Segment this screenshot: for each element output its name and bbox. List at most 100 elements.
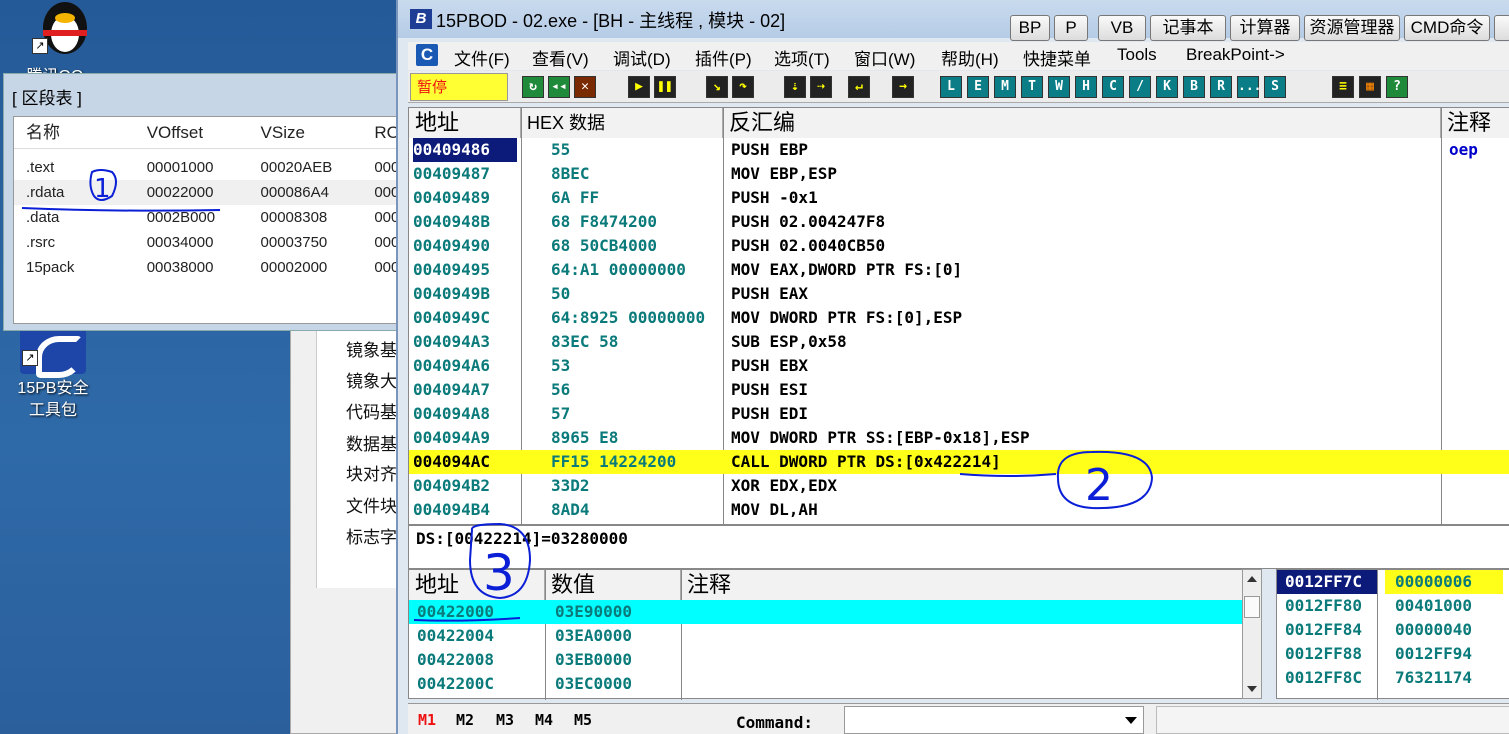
callstack-window-button[interactable]: K — [1156, 76, 1178, 98]
threads-window-button[interactable]: T — [1021, 76, 1043, 98]
references-window-button[interactable]: R — [1210, 76, 1232, 98]
restart-icon[interactable]: ↻ — [522, 76, 544, 98]
disassembly-row[interactable]: 004094A8 57 PUSH EDI — [409, 402, 1509, 426]
table-row[interactable]: .data 0002B000 00008308 000 — [14, 205, 402, 230]
explorer-button[interactable]: 资源管理器 — [1304, 15, 1400, 41]
patches-window-button[interactable]: / — [1129, 76, 1151, 98]
dump-row[interactable]: 00422008 03EB0000 — [409, 648, 1255, 672]
menu-breakpoint[interactable]: BreakPoint-> — [1186, 45, 1285, 65]
disassembly-row[interactable]: 004094A9 8965 E8 MOV DWORD PTR SS:[EBP-0x1… — [409, 426, 1509, 450]
windows-window-button[interactable]: W — [1048, 76, 1070, 98]
scroll-thumb[interactable] — [1244, 596, 1260, 618]
menu-file[interactable]: 文件(F) — [454, 45, 510, 70]
disassembly-row[interactable]: 00409490 68 50CB4000 PUSH 02.0040CB50 — [409, 234, 1509, 258]
dump-row[interactable]: 0042200C 03EC0000 — [409, 672, 1255, 696]
log-window-button[interactable]: L — [940, 76, 962, 98]
stack-row[interactable]: 0012FF8C 76321174 — [1277, 666, 1509, 690]
disassembly-row[interactable]: 0040949B 50 PUSH EAX — [409, 282, 1509, 306]
qq-desktop-icon[interactable]: ↗ 腾讯QQ — [10, 0, 100, 85]
disassembly-row[interactable]: 004094B4 8AD4 MOV DL,AH — [409, 498, 1509, 522]
disassembly-row[interactable]: 004094A3 83EC 58 SUB ESP,0x58 — [409, 330, 1509, 354]
close-debug-icon[interactable]: ◂◂ — [548, 76, 570, 98]
source-window-button[interactable]: S — [1264, 76, 1286, 98]
menu-plugins[interactable]: 插件(P) — [695, 45, 752, 70]
dump-tab-m4[interactable]: M4 — [535, 711, 553, 729]
cpu-window-button[interactable]: C — [1102, 76, 1124, 98]
column-header-hex[interactable]: HEX 数据 — [521, 108, 723, 138]
disassembly-row[interactable]: 00409487 8BEC MOV EBP,ESP — [409, 162, 1509, 186]
command-input[interactable] — [844, 706, 1144, 734]
modules-window-button[interactable]: E — [967, 76, 989, 98]
notepad-button[interactable]: 记事本 — [1150, 15, 1226, 41]
vb-button[interactable]: VB — [1098, 15, 1146, 41]
menu-help[interactable]: 帮助(H) — [941, 45, 999, 70]
column-header[interactable]: 名称 — [14, 117, 135, 148]
disassembly-row[interactable]: 004094A7 56 PUSH ESI — [409, 378, 1509, 402]
table-row[interactable]: .rdata 00022000 000086A4 000 — [14, 180, 402, 205]
step-into-icon[interactable]: ↘ — [706, 76, 728, 98]
dump-row[interactable]: 00422000 03E90000 — [409, 600, 1255, 624]
step-over-icon[interactable]: ↷ — [732, 76, 754, 98]
table-row[interactable]: 15pack 00038000 00002000 000 — [14, 255, 402, 280]
column-header[interactable]: VOffset — [135, 117, 249, 148]
stop-icon[interactable]: ✕ — [574, 76, 596, 98]
cpu-icon[interactable]: C — [416, 44, 438, 66]
run-icon[interactable]: ▶ — [628, 76, 650, 98]
disassembly-row[interactable]: 004094A6 53 PUSH EBX — [409, 354, 1509, 378]
disassembly-row[interactable]: 0040948B 68 F8474200 PUSH 02.004247F8 — [409, 210, 1509, 234]
column-header[interactable]: VSize — [249, 117, 363, 148]
disassembly-row[interactable]: 00409495 64:A1 00000000 MOV EAX,DWORD PTR … — [409, 258, 1509, 282]
dump-tab-m5[interactable]: M5 — [574, 711, 592, 729]
memory-dump-pane[interactable]: 地址 数值 注释 00422000 03E90000 00422004 03EA00… — [408, 569, 1255, 700]
15pb-toolkit-desktop-icon[interactable]: ↗ 15PB安全工具包 — [8, 328, 98, 428]
disassembly-row[interactable]: 00409489 6A FF PUSH -0x1 — [409, 186, 1509, 210]
column-header-disasm[interactable]: 反汇编 — [723, 108, 1441, 138]
breakpoints-window-button[interactable]: B — [1183, 76, 1205, 98]
dump-row[interactable]: 00422004 03EA0000 — [409, 624, 1255, 648]
stack-row[interactable]: 0012FF80 00401000 — [1277, 594, 1509, 618]
menu-window[interactable]: 窗口(W) — [854, 45, 915, 70]
menu-tools[interactable]: Tools — [1117, 45, 1157, 65]
table-row[interactable]: .rsrc 00034000 00003750 000 — [14, 230, 402, 255]
stack-row[interactable]: 0012FF84 00000040 — [1277, 618, 1509, 642]
stack-pane[interactable]: 0012FF7C 00000006 0012FF80 00401000 0012FF… — [1276, 569, 1509, 700]
column-header-comment[interactable]: 注释 — [681, 570, 1255, 600]
disassembly-pane[interactable]: 地址 HEX 数据 反汇编 注释 00409486 55 PUSH EBP oep 00… — [408, 107, 1509, 526]
help-icon[interactable]: ? — [1386, 76, 1408, 98]
memory-window-button[interactable]: M — [994, 76, 1016, 98]
column-header-value[interactable]: 数值 — [545, 570, 681, 600]
options-icon[interactable]: ≡ — [1332, 76, 1354, 98]
dump-scrollbar[interactable] — [1242, 569, 1262, 699]
column-header-comment[interactable]: 注释 — [1441, 108, 1509, 138]
disassembly-row[interactable]: 004094AC FF15 14224200 CALL DWORD PTR DS:[… — [409, 450, 1509, 474]
menu-shortcuts[interactable]: 快捷菜单 — [1023, 45, 1091, 70]
dump-tab-m3[interactable]: M3 — [496, 711, 514, 729]
trace-over-icon[interactable]: ⇢ — [810, 76, 832, 98]
cmd-button[interactable]: CMD命令 — [1404, 15, 1490, 41]
table-row[interactable]: .text 00001000 00020AEB 000 — [14, 155, 402, 180]
scroll-up-icon[interactable] — [1247, 576, 1257, 582]
run-trace-window-button[interactable]: ... — [1237, 76, 1261, 98]
handles-window-button[interactable]: H — [1075, 76, 1097, 98]
bp-button[interactable]: BP — [1010, 15, 1050, 41]
more-button[interactable] — [1494, 15, 1509, 41]
trace-into-icon[interactable]: ⇣ — [784, 76, 806, 98]
menu-options[interactable]: 选项(T) — [774, 45, 830, 70]
scroll-down-icon[interactable] — [1247, 686, 1257, 692]
goto-icon[interactable]: → — [892, 76, 914, 98]
column-header-address[interactable]: 地址 — [409, 570, 545, 600]
execute-till-return-icon[interactable]: ↵ — [848, 76, 870, 98]
disassembly-row[interactable]: 004094B2 33D2 XOR EDX,EDX — [409, 474, 1509, 498]
dump-tab-m1[interactable]: M1 — [418, 711, 436, 729]
pause-icon[interactable]: ❚❚ — [654, 76, 676, 98]
dump-tab-m2[interactable]: M2 — [456, 711, 474, 729]
menu-view[interactable]: 查看(V) — [532, 45, 589, 70]
stack-row[interactable]: 0012FF7C 00000006 — [1277, 570, 1509, 594]
disassembly-row[interactable]: 0040949C 64:8925 00000000 MOV DWORD PTR FS… — [409, 306, 1509, 330]
menu-debug[interactable]: 调试(D) — [613, 45, 671, 70]
p-button[interactable]: P — [1054, 15, 1088, 41]
appearance-icon[interactable]: ▦ — [1359, 76, 1381, 98]
stack-row[interactable]: 0012FF88 0012FF94 — [1277, 642, 1509, 666]
dropdown-arrow-icon[interactable] — [1125, 717, 1137, 724]
calculator-button[interactable]: 计算器 — [1230, 15, 1300, 41]
